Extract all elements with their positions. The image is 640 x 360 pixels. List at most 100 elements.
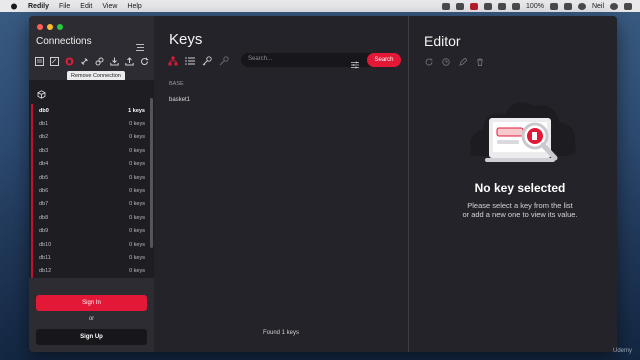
sign-up-button[interactable]: Sign Up <box>36 329 147 345</box>
database-row-db8[interactable]: db8 0 keys <box>31 211 149 225</box>
key-list-item[interactable]: basket1 <box>169 97 190 103</box>
user-avatar-icon[interactable] <box>577 2 586 10</box>
minimize-window-button[interactable] <box>47 24 53 30</box>
flag-icon[interactable] <box>563 2 572 10</box>
trash-icon[interactable] <box>476 58 484 66</box>
database-row-db12[interactable]: db12 0 keys <box>31 264 149 279</box>
database-key-count: 0 keys <box>129 268 145 275</box>
database-row-db3[interactable]: db3 0 keys <box>31 144 149 158</box>
database-row-db11[interactable]: db11 0 keys <box>31 251 149 265</box>
remove-connection-icon[interactable] <box>65 57 74 66</box>
menu-help[interactable]: Help <box>127 3 141 10</box>
database-row-db6[interactable]: db6 0 keys <box>31 184 149 198</box>
database-key-count: 0 keys <box>129 241 145 248</box>
close-window-button[interactable] <box>37 24 43 30</box>
database-name: db3 <box>39 147 49 154</box>
database-row-db2[interactable]: db2 0 keys <box>31 130 149 145</box>
bluetooth-icon[interactable] <box>484 2 493 10</box>
battery-icon[interactable] <box>549 2 558 10</box>
database-name: db7 <box>39 201 49 208</box>
database-name: db12 <box>39 268 52 275</box>
database-key-count: 0 keys <box>129 174 145 181</box>
database-name: db8 <box>39 214 49 221</box>
database-name: db10 <box>39 241 52 248</box>
database-key-count: 0 keys <box>129 201 145 208</box>
menu-view[interactable]: View <box>102 3 117 10</box>
spotlight-icon[interactable] <box>610 2 618 10</box>
database-key-count: 0 keys <box>129 188 145 195</box>
editor-toolbar <box>425 58 484 66</box>
database-name: db5 <box>39 174 49 181</box>
wifi-icon[interactable] <box>498 2 507 10</box>
database-row-db4[interactable]: db4 0 keys <box>31 157 149 171</box>
empty-state-hint-line1: Please select a key from the list <box>467 201 573 210</box>
display-icon[interactable] <box>456 2 465 10</box>
add-connection-icon[interactable] <box>35 57 44 66</box>
database-key-count: 0 keys <box>129 147 145 154</box>
search-button[interactable]: Search <box>367 53 401 67</box>
zoom-window-button[interactable] <box>57 24 63 30</box>
filter-icon[interactable] <box>351 56 359 69</box>
menu-edit[interactable]: Edit <box>80 3 92 10</box>
hamburger-menu-icon[interactable] <box>136 38 144 51</box>
volume-icon[interactable] <box>512 2 521 10</box>
menu-app-name[interactable]: Redily <box>28 3 49 10</box>
apple-icon[interactable] <box>10 2 18 10</box>
refresh-icon[interactable] <box>140 57 149 66</box>
database-name: db0 <box>39 107 49 114</box>
reload-icon[interactable] <box>425 58 433 66</box>
add-key-icon[interactable] <box>202 56 212 66</box>
keys-section-label: BASE <box>169 81 184 87</box>
edit-connection-icon[interactable] <box>50 57 59 66</box>
database-key-count: 0 keys <box>129 121 145 128</box>
cube-icon <box>37 86 46 99</box>
connections-sidebar: Connections Remove Connection db0 1 keys… <box>29 16 154 352</box>
list-view-icon[interactable] <box>185 56 195 66</box>
record-icon[interactable] <box>470 2 479 10</box>
tree-view-icon[interactable] <box>168 56 178 66</box>
database-name: db9 <box>39 228 49 235</box>
database-name: db2 <box>39 134 49 141</box>
keys-found-count: Found 1 keys <box>262 330 300 336</box>
user-name[interactable]: Neil <box>592 3 604 10</box>
editor-panel: Editor No key selected Please select a k… <box>409 16 617 352</box>
database-name: db1 <box>39 121 49 128</box>
sign-in-button[interactable]: Sign In <box>36 295 147 311</box>
database-row-db7[interactable]: db7 0 keys <box>31 197 149 212</box>
keys-toolbar <box>168 56 229 66</box>
database-key-count: 1 keys <box>128 107 145 114</box>
ttl-icon[interactable] <box>442 58 450 66</box>
delete-key-icon[interactable] <box>219 56 229 66</box>
database-name: db11 <box>39 254 51 261</box>
database-row-db10[interactable]: db10 0 keys <box>31 237 149 252</box>
empty-state-illustration <box>469 102 576 162</box>
database-name: db4 <box>39 161 49 168</box>
database-list: db0 1 keys db1 0 keys db2 0 keys db3 0 keys … <box>31 104 149 279</box>
window-controls <box>37 24 63 30</box>
database-key-count: 0 keys <box>129 161 145 168</box>
database-panel: db0 1 keys db1 0 keys db2 0 keys db3 0 keys … <box>29 80 154 279</box>
database-name: db6 <box>39 188 49 195</box>
import-icon[interactable] <box>110 57 119 66</box>
link-icon[interactable] <box>80 57 89 66</box>
watermark-logo: Udemy <box>612 348 632 354</box>
database-key-count: 0 keys <box>129 134 145 141</box>
database-row-db9[interactable]: db9 0 keys <box>31 224 149 238</box>
database-row-db5[interactable]: db5 0 keys <box>31 170 149 185</box>
unlink-icon[interactable] <box>95 57 104 66</box>
rename-icon[interactable] <box>459 58 467 66</box>
notification-center-icon[interactable] <box>624 2 632 10</box>
menu-bar: Redily File Edit View Help 100% Neil <box>0 0 640 12</box>
database-row-db0[interactable]: db0 1 keys <box>31 104 149 118</box>
export-icon[interactable] <box>125 57 134 66</box>
menu-file[interactable]: File <box>59 3 70 10</box>
database-row-db1[interactable]: db1 0 keys <box>31 117 149 131</box>
database-key-count: 0 keys <box>129 254 145 261</box>
battery-percent: 100% <box>526 2 544 10</box>
editor-title: Editor <box>424 33 461 49</box>
or-separator: or <box>88 316 95 322</box>
key-search-input[interactable]: Search... <box>248 56 272 62</box>
database-list-scrollbar[interactable] <box>150 98 153 248</box>
connection-toolbar <box>35 57 149 66</box>
cloud-icon[interactable] <box>442 2 451 10</box>
